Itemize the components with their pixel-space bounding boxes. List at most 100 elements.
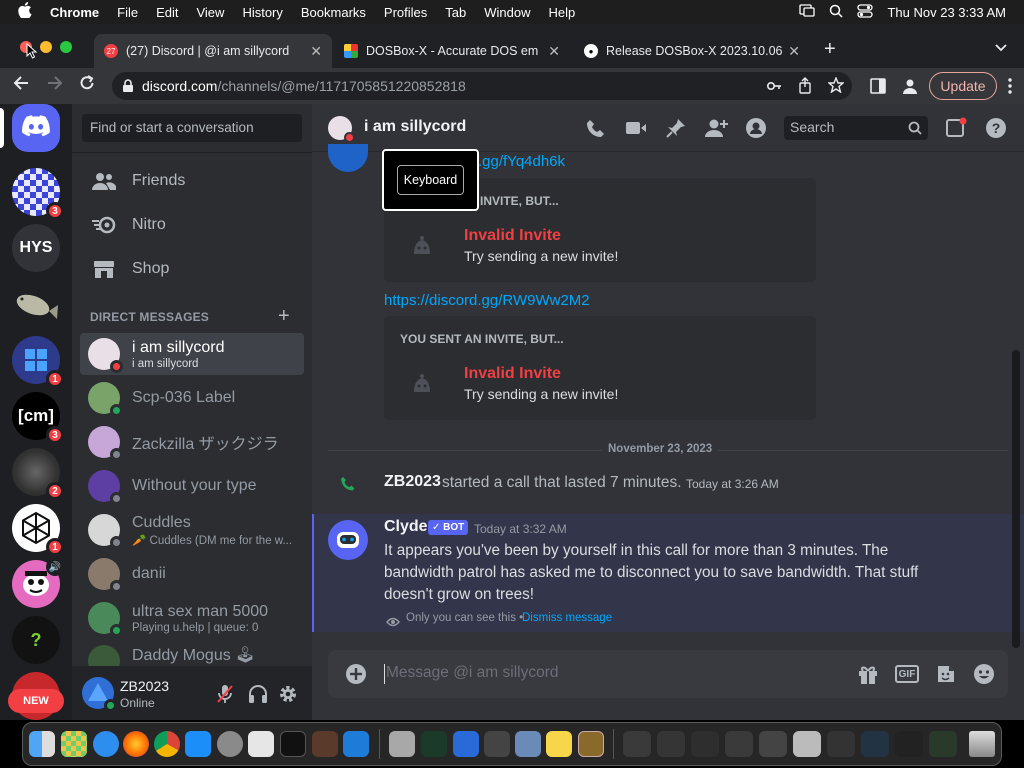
dm-item[interactable]: Zackzilla ザックジラ	[80, 421, 304, 463]
minimized-window-thumbnail[interactable]	[827, 731, 855, 757]
menu-edit[interactable]: Edit	[156, 5, 178, 20]
server-icon-dark-art[interactable]: 2	[12, 448, 64, 500]
menu-help[interactable]: Help	[549, 5, 576, 20]
update-button[interactable]: Update	[929, 72, 997, 100]
headphones-icon[interactable]	[248, 684, 268, 709]
finder-icon[interactable]	[29, 731, 55, 757]
side-panel-icon[interactable]	[870, 78, 886, 99]
minimized-window-thumbnail[interactable]	[793, 731, 821, 757]
reload-icon[interactable]	[78, 74, 96, 97]
chrome-icon[interactable]	[154, 731, 180, 757]
audio-icon[interactable]	[484, 731, 510, 757]
nav-nitro[interactable]: Nitro	[80, 204, 304, 246]
new-tab-button[interactable]: +	[824, 38, 836, 61]
inbox-icon[interactable]	[944, 116, 968, 140]
menu-file[interactable]: File	[117, 5, 138, 20]
server-icon-pink-face[interactable]: 🔊	[12, 558, 64, 608]
minimized-window-thumbnail[interactable]	[657, 731, 685, 757]
tab-dosbox[interactable]: DOSBox-X - Accurate DOS em ✕	[334, 34, 570, 68]
spotlight-search-icon[interactable]	[829, 4, 844, 21]
tab-search-chevron-icon[interactable]	[994, 40, 1008, 58]
clyde-name[interactable]: Clyde	[384, 518, 428, 536]
menu-history[interactable]: History	[242, 5, 282, 20]
emoji-icon[interactable]	[972, 662, 996, 686]
tab-discord[interactable]: 27 (27) Discord | @i am sillycord ✕	[94, 34, 332, 68]
dm-item[interactable]: i am sillycord i am sillycord	[80, 333, 304, 375]
dismiss-message-link[interactable]: Dismiss message	[522, 612, 612, 624]
minimized-window-thumbnail[interactable]	[725, 731, 753, 757]
minimized-window-thumbnail[interactable]	[623, 731, 651, 757]
call-user[interactable]: ZB2023	[384, 473, 441, 491]
more-menu-icon[interactable]	[1008, 77, 1012, 100]
window-minimize-button[interactable]	[40, 41, 52, 53]
mute-mic-icon[interactable]	[216, 684, 234, 709]
system-settings-icon[interactable]	[217, 731, 243, 757]
gift-icon[interactable]	[856, 662, 880, 686]
menu-window[interactable]: Window	[484, 5, 530, 20]
menu-tab[interactable]: Tab	[445, 5, 466, 20]
share-icon[interactable]	[798, 77, 812, 97]
find-conversation-input[interactable]: Find or start a conversation	[82, 114, 302, 142]
garageband-icon[interactable]	[312, 731, 338, 757]
add-friends-to-dm-icon[interactable]	[704, 116, 728, 140]
voice-call-icon[interactable]	[584, 116, 608, 140]
invite-link[interactable]: https://discord.gg/RW9Ww2M2	[384, 292, 590, 309]
create-dm-plus-icon[interactable]: +	[278, 305, 290, 328]
tab-close-icon[interactable]: ✕	[548, 43, 560, 60]
new-badge[interactable]: NEW	[8, 689, 64, 713]
bookmark-star-icon[interactable]	[827, 76, 845, 96]
message-input[interactable]: Message @i am sillycord	[386, 664, 559, 682]
clyde-avatar[interactable]	[328, 520, 368, 560]
tab-close-icon[interactable]: ✕	[310, 43, 322, 60]
pinned-messages-icon[interactable]	[664, 116, 688, 140]
dm-item[interactable]: danii	[80, 553, 304, 595]
video-call-icon[interactable]	[624, 116, 648, 140]
back-arrow-icon[interactable]	[12, 74, 30, 97]
window-zoom-button[interactable]	[60, 41, 72, 53]
menu-bookmarks[interactable]: Bookmarks	[301, 5, 366, 20]
minimized-window-thumbnail[interactable]	[691, 731, 719, 757]
dm-item[interactable]: ultra sex man 5000 Playing u.help | queue…	[80, 597, 304, 639]
lock-icon[interactable]	[122, 79, 134, 96]
screen-mirror-icon[interactable]	[799, 4, 816, 21]
control-center-icon[interactable]	[857, 4, 874, 21]
settings-gear-icon[interactable]	[278, 684, 298, 709]
tab-github-release[interactable]: ● Release DOSBox-X 2023.10.06 ✕	[574, 34, 810, 68]
server-icon-hexagon[interactable]: 1	[12, 504, 64, 556]
discord-home-button[interactable]	[12, 104, 60, 152]
server-icon-checkered[interactable]: 3	[12, 168, 64, 220]
user-profile-icon[interactable]	[744, 116, 768, 140]
network-utility-icon[interactable]	[453, 731, 479, 757]
channel-title[interactable]: i am sillycord	[364, 118, 466, 136]
dm-item[interactable]: Cuddles 🥕 Cuddles (DM me for the w...	[80, 509, 304, 551]
nav-shop[interactable]: Shop	[80, 248, 304, 290]
address-bar[interactable]: discord.com/channels/@me/117170585122085…	[112, 72, 852, 100]
key-icon[interactable]	[766, 78, 782, 97]
nav-friends[interactable]: Friends	[80, 160, 304, 202]
server-icon-question[interactable]: ?	[12, 616, 60, 664]
app-name-menu[interactable]: Chrome	[50, 5, 99, 20]
firefox-icon[interactable]	[123, 731, 149, 757]
dosbox-icon[interactable]	[578, 731, 604, 757]
search-input[interactable]: Search	[784, 116, 928, 140]
notes-icon[interactable]	[546, 731, 572, 757]
disk-utility-icon[interactable]	[515, 731, 541, 757]
safari-icon[interactable]	[93, 731, 119, 757]
profile-icon[interactable]	[902, 78, 918, 99]
preview-icon[interactable]	[389, 731, 415, 757]
gif-button[interactable]: GIF	[894, 662, 920, 686]
tab-close-icon[interactable]: ✕	[788, 43, 800, 60]
server-icon-windows[interactable]: 1	[12, 336, 64, 388]
minimized-window-thumbnail[interactable]	[759, 731, 787, 757]
minimized-window-thumbnail[interactable]	[929, 731, 957, 757]
invite-link[interactable]: .gg/fYq4dh6k	[478, 153, 565, 170]
help-icon[interactable]: ?	[984, 116, 1008, 140]
textedit-icon[interactable]	[248, 731, 274, 757]
apple-icon[interactable]	[18, 2, 32, 22]
minimized-window-thumbnail[interactable]	[895, 731, 923, 757]
clock[interactable]: Thu Nov 23 3:33 AM	[887, 5, 1006, 20]
minimized-window-thumbnail[interactable]	[861, 731, 889, 757]
user-avatar[interactable]	[82, 677, 117, 712]
server-icon-hys[interactable]: HYS	[12, 224, 60, 272]
trash-icon[interactable]	[969, 731, 995, 757]
